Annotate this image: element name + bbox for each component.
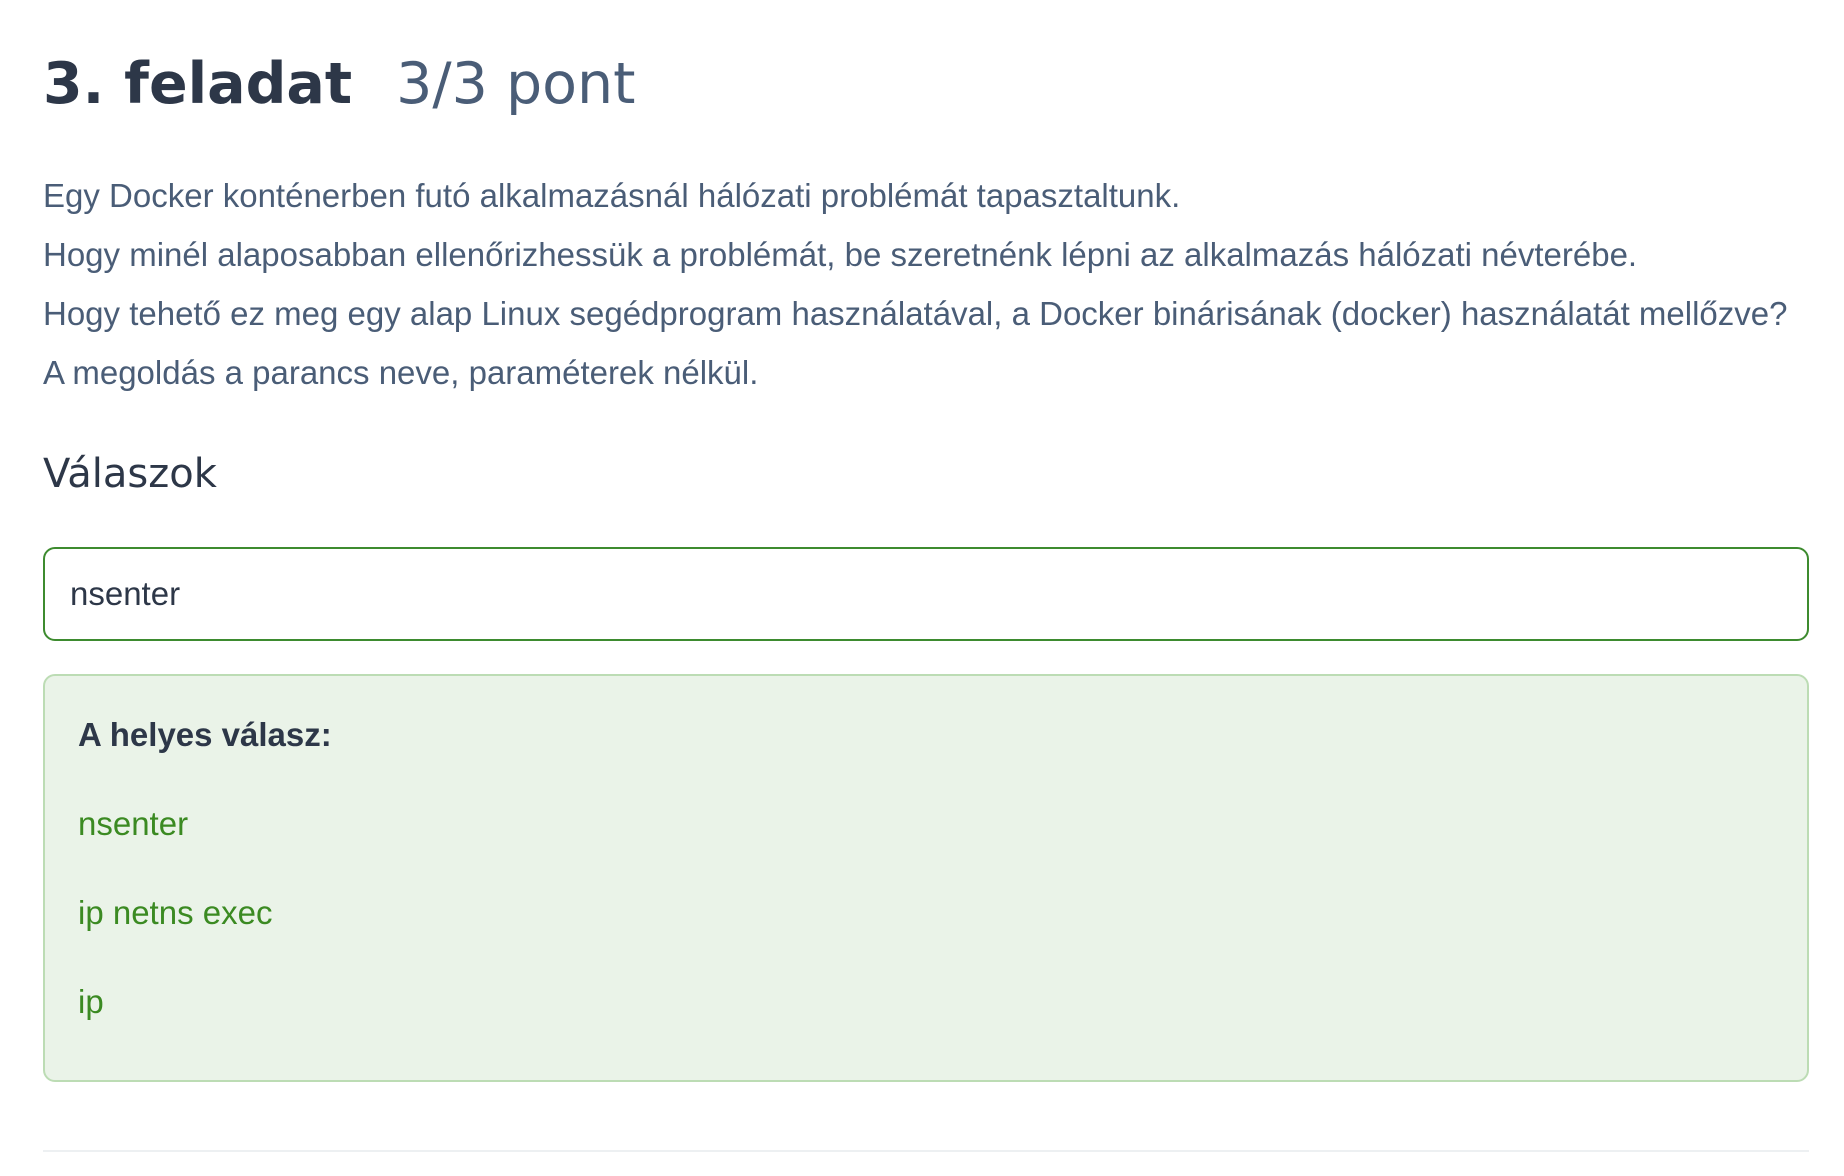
correct-answer-list: nsenter ip netns exec ip — [78, 797, 1775, 1028]
correct-answer-item: ip — [78, 983, 104, 1020]
task-score: 3/3 pont — [396, 51, 636, 117]
correct-answer-item: ip netns exec — [78, 894, 273, 931]
answers-heading: Válaszok — [43, 451, 217, 497]
answer-input[interactable] — [43, 547, 1809, 641]
task-container: 3. feladat 3/3 pont Egy Docker konténerbe… — [43, 0, 1809, 1152]
correct-answer-panel: A helyes válasz: nsenter ip netns exec i… — [43, 674, 1809, 1082]
question-line: Hogy minél alaposabban ellenőrizhessük a… — [43, 236, 1638, 273]
question-line: Egy Docker konténerben futó alkalmazásná… — [43, 177, 1181, 214]
question-text: Egy Docker konténerben futó alkalmazásná… — [43, 166, 1809, 402]
task-header: 3. feladat 3/3 pont — [43, 0, 1809, 118]
correct-answer-label: A helyes válasz: — [78, 716, 332, 753]
correct-answer-item: nsenter — [78, 805, 189, 842]
section-divider — [43, 1150, 1809, 1152]
question-line: A megoldás a parancs neve, paraméterek n… — [43, 354, 759, 391]
question-line: Hogy tehető ez meg egy alap Linux segédp… — [43, 295, 1788, 332]
task-title: 3. feladat — [43, 51, 353, 117]
